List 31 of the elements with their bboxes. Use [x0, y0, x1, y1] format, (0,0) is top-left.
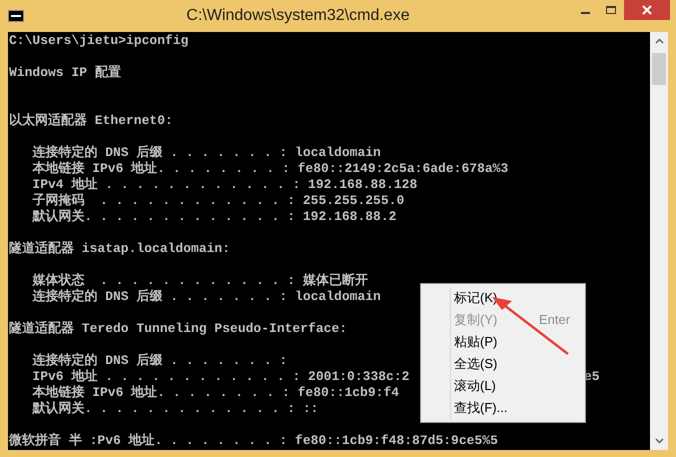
console-line: 隧道适配器 isatap.localdomain: — [9, 241, 230, 257]
scroll-up-icon[interactable] — [654, 38, 664, 44]
console-line: IPv6 地址 . . . . . . . . . . . . : 2001:0:338c:2 — [31, 369, 410, 384]
scrollbar[interactable] — [650, 32, 668, 450]
maximize-icon — [606, 6, 616, 14]
console-line: 子网掩码 . . . . . . . . . . . . : 255.255.255.0 — [31, 193, 404, 208]
console-line: C:\Users\jietu>ipconfig — [9, 33, 188, 49]
minimize-icon — [580, 12, 590, 14]
console-line: 连接特定的 DNS 后缀 . . . . . . . : localdomain — [31, 289, 381, 305]
console-line: 默认网关. . . . . . . . . . . . . : 192.168.88.2 — [31, 209, 396, 225]
scrollbar-thumb[interactable] — [652, 53, 666, 85]
console-line: 连接特定的 DNS 后缀 . . . . . . . : localdomain — [31, 145, 381, 160]
scroll-down-icon[interactable] — [654, 438, 664, 444]
console-line: Windows IP 配置 — [9, 65, 121, 81]
console-app-icon — [8, 10, 24, 22]
menu-item[interactable]: 全选(S) — [421, 353, 585, 375]
menu-item[interactable]: 粘贴(P) — [421, 331, 585, 353]
close-icon — [642, 5, 652, 15]
console-line: 默认网关. . . . . . . . . . . . . : :: — [31, 401, 318, 417]
window-title: C:\Windows\system32\cmd.exe — [186, 6, 410, 26]
console-line: 本地链接 IPv6 地址. . . . . . . . : fe80::2149:2c5a:6ade:678a%3 — [31, 161, 508, 177]
menu-item[interactable]: 滚动(L) — [421, 375, 585, 397]
console-line: 连接特定的 DNS 后缀 . . . . . . . : — [31, 353, 288, 369]
console-line: 以太网适配器 Ethernet0: — [9, 113, 173, 129]
console-line: IPv4 地址 . . . . . . . . . . . . : 192.168.88.128 — [31, 177, 418, 193]
console-line: 隧道适配器 Teredo Tunneling Pseudo-Interface: — [9, 321, 348, 337]
console-line: 媒体状态 . . . . . . . . . . . . : 媒体已断开 — [31, 273, 368, 288]
console-line: 微软拼音 半 :Pv6 地址. . . . . . . . : fe80::1cb9:f48:87d5:9ce5%5 — [9, 433, 498, 449]
console-line: 本地链接 IPv6 地址. . . . . . . . : fe80::1cb9:f4 — [31, 385, 400, 400]
close-button[interactable] — [624, 0, 670, 20]
menu-item[interactable]: 查找(F)... — [421, 397, 585, 419]
